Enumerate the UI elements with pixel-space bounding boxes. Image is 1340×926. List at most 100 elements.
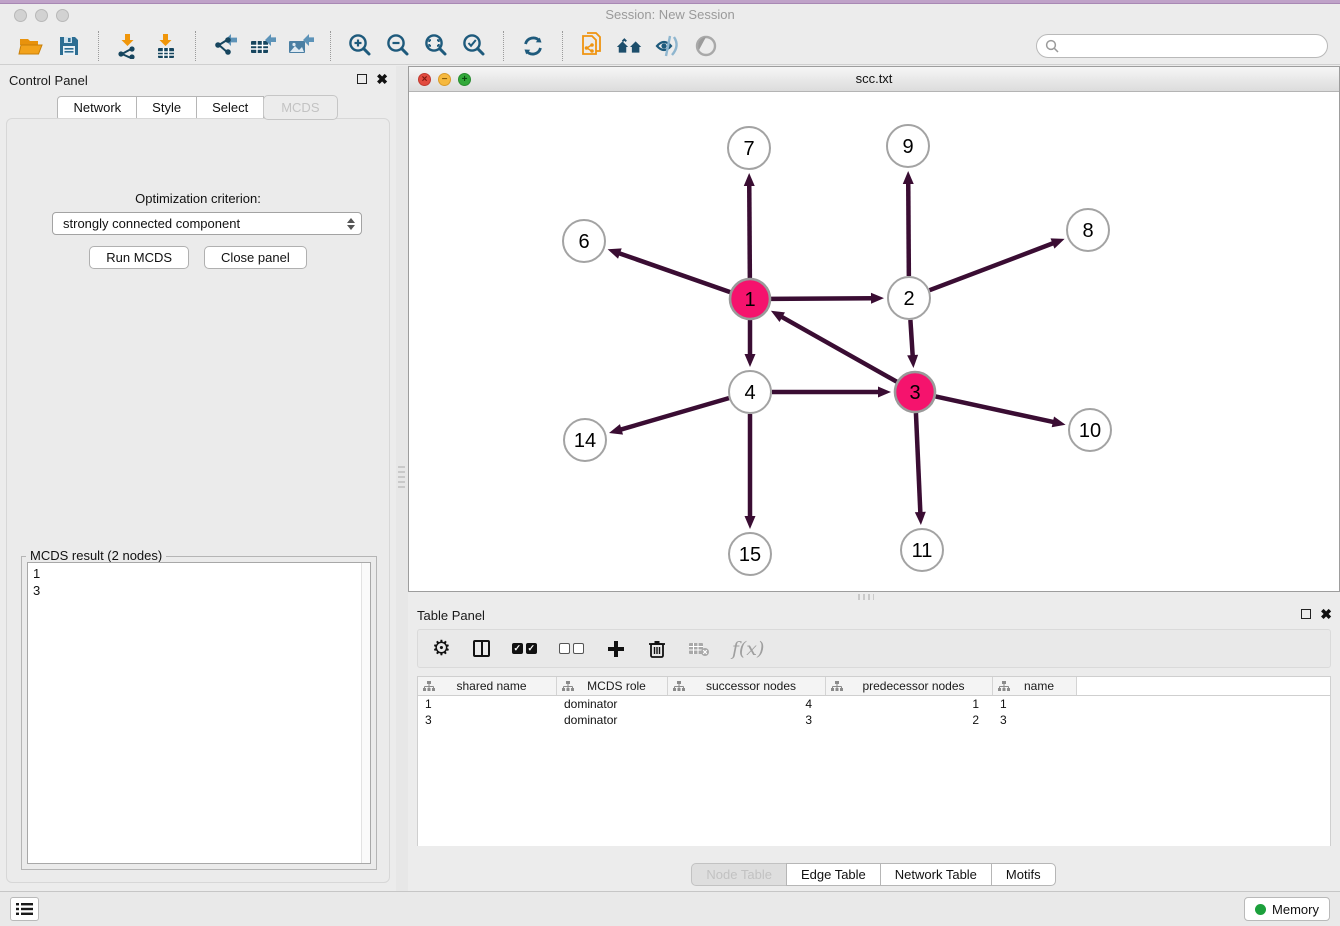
task-history-button[interactable] xyxy=(10,897,39,921)
import-network-icon[interactable] xyxy=(113,31,143,61)
node-table[interactable]: shared nameMCDS rolesuccessor nodesprede… xyxy=(417,676,1331,846)
tab-network-table[interactable]: Network Table xyxy=(880,863,992,886)
graph-edge-3-10[interactable] xyxy=(936,396,1055,422)
export-image-icon[interactable] xyxy=(286,31,316,61)
graph-edge-arrowhead xyxy=(1051,238,1065,248)
graph-edge-3-11[interactable] xyxy=(916,413,920,514)
graph-edge-1-7[interactable] xyxy=(749,184,750,278)
create-column-icon[interactable] xyxy=(606,636,626,662)
zoom-in-icon[interactable] xyxy=(345,31,375,61)
graph-edge-2-3[interactable] xyxy=(910,320,912,357)
save-session-icon[interactable] xyxy=(54,31,84,61)
optimization-criterion-select[interactable]: strongly connected component xyxy=(52,212,362,235)
graph-edge-3-1[interactable] xyxy=(780,316,896,382)
column-header-MCDS-role[interactable]: MCDS role xyxy=(557,677,668,695)
tab-motifs[interactable]: Motifs xyxy=(991,863,1056,886)
table-panel-title: Table Panel xyxy=(417,608,485,623)
table-cell[interactable]: 1 xyxy=(826,696,993,712)
graph-edge-4-14[interactable] xyxy=(620,398,729,430)
graph-node-label: 6 xyxy=(578,231,589,253)
close-panel-icon[interactable]: ✖ xyxy=(1320,608,1332,620)
network-window-titlebar[interactable]: × − + scc.txt xyxy=(409,67,1339,92)
close-panel-icon[interactable]: ✖ xyxy=(376,73,388,85)
memory-button[interactable]: Memory xyxy=(1244,897,1330,921)
table-cell[interactable]: dominator xyxy=(557,696,668,712)
column-header-successor-nodes[interactable]: successor nodes xyxy=(668,677,826,695)
network-graph[interactable]: 1234678910111415 xyxy=(409,92,1339,591)
zoom-selected-icon[interactable] xyxy=(459,31,489,61)
float-panel-icon[interactable] xyxy=(357,74,367,84)
column-tree-icon xyxy=(562,681,574,692)
tab-node-table[interactable]: Node Table xyxy=(691,863,787,886)
network-overview-icon[interactable] xyxy=(615,31,645,61)
delete-column-icon[interactable] xyxy=(648,636,666,662)
float-panel-icon[interactable] xyxy=(1301,609,1311,619)
select-all-columns-icon[interactable]: ✓✓ xyxy=(512,636,537,662)
table-cell[interactable]: dominator xyxy=(557,712,668,728)
graph-edge-2-8[interactable] xyxy=(930,243,1055,290)
select-stepper-icon xyxy=(347,218,355,230)
show-columns-icon[interactable] xyxy=(473,636,490,662)
table-row[interactable]: 1dominator411 xyxy=(418,696,1330,712)
mcds-result-text[interactable]: 1 3 xyxy=(27,562,371,864)
column-header-name[interactable]: name xyxy=(993,677,1077,695)
apply-layout-icon[interactable] xyxy=(518,31,548,61)
window-title: Session: New Session xyxy=(0,7,1340,22)
mcds-result-title: MCDS result (2 nodes) xyxy=(26,548,166,563)
bird-eye-view-icon[interactable] xyxy=(691,31,721,61)
graph-edge-arrowhead xyxy=(871,293,884,304)
toolbar-separator xyxy=(503,31,504,61)
splitter-grip[interactable] xyxy=(398,466,405,488)
graph-node-label: 7 xyxy=(743,138,754,160)
graph-edge-1-6[interactable] xyxy=(618,253,730,292)
show-graphics-details-icon[interactable] xyxy=(653,31,683,61)
table-cell[interactable]: 1 xyxy=(418,696,557,712)
table-panel: Table Panel ✖ ⚙ ✓✓ f(x) shared nameMCDS … xyxy=(408,601,1340,891)
graph-edge-2-9[interactable] xyxy=(908,182,909,276)
export-table-icon[interactable] xyxy=(248,31,278,61)
table-cell[interactable]: 1 xyxy=(993,696,1077,712)
graph-node-label: 10 xyxy=(1079,420,1101,442)
result-scrollbar[interactable] xyxy=(361,563,370,863)
graph-edge-1-2[interactable] xyxy=(771,298,873,299)
toolbar-separator xyxy=(330,31,331,61)
table-cell[interactable]: 2 xyxy=(826,712,993,728)
table-row[interactable]: 3dominator323 xyxy=(418,712,1330,728)
table-cell[interactable]: 3 xyxy=(993,712,1077,728)
table-cell[interactable]: 3 xyxy=(668,712,826,728)
graph-edge-arrowhead xyxy=(1052,417,1066,428)
function-builder-icon: f(x) xyxy=(732,636,765,662)
search-box xyxy=(1036,34,1328,58)
horizontal-splitter[interactable] xyxy=(408,592,1340,601)
toolbar-separator xyxy=(562,31,563,61)
zoom-fit-icon[interactable] xyxy=(421,31,451,61)
column-tree-icon xyxy=(998,681,1010,692)
zoom-out-icon[interactable] xyxy=(383,31,413,61)
memory-label: Memory xyxy=(1272,902,1319,917)
graph-edge-arrowhead xyxy=(745,354,756,367)
open-folder-icon[interactable] xyxy=(16,31,46,61)
vertical-splitter[interactable] xyxy=(396,66,408,891)
network-view-title: scc.txt xyxy=(409,71,1339,86)
splitter-grip[interactable] xyxy=(858,594,874,600)
import-table-icon[interactable] xyxy=(151,31,181,61)
control-panel-title: Control Panel xyxy=(9,73,88,88)
main-titlebar: Session: New Session xyxy=(0,0,1340,27)
unselect-all-columns-icon[interactable] xyxy=(559,636,584,662)
search-input[interactable] xyxy=(1036,34,1328,58)
run-mcds-button[interactable]: Run MCDS xyxy=(89,246,189,269)
table-cell[interactable]: 4 xyxy=(668,696,826,712)
network-canvas[interactable]: 1234678910111415 xyxy=(409,92,1339,591)
graph-edge-arrowhead xyxy=(878,387,891,398)
column-header-predecessor-nodes[interactable]: predecessor nodes xyxy=(826,677,993,695)
tab-mcds[interactable]: MCDS xyxy=(263,95,337,120)
tab-edge-table[interactable]: Edge Table xyxy=(786,863,881,886)
export-network-icon[interactable] xyxy=(210,31,240,61)
table-options-gear-icon[interactable]: ⚙ xyxy=(432,636,451,662)
close-panel-button[interactable]: Close panel xyxy=(204,246,307,269)
column-header-shared-name[interactable]: shared name xyxy=(418,677,557,695)
delete-table-icon xyxy=(688,636,710,662)
table-cell[interactable]: 3 xyxy=(418,712,557,728)
graph-node-label: 9 xyxy=(902,136,913,158)
network-file-icon[interactable] xyxy=(577,31,607,61)
